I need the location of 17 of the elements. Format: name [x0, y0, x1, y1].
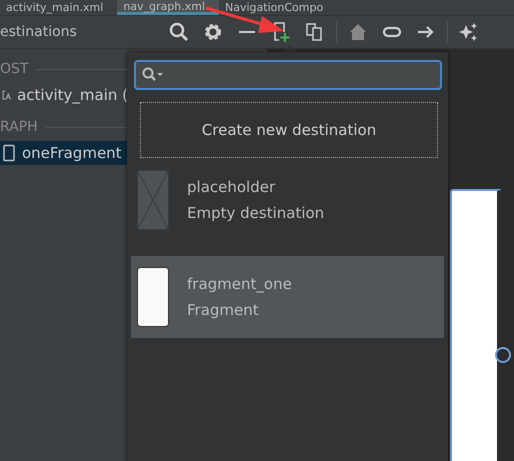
- search-field[interactable]: [134, 60, 442, 90]
- settings-icon[interactable]: [202, 21, 224, 43]
- destination-option[interactable]: fragment_one Fragment: [131, 256, 444, 338]
- fragment-icon: [2, 144, 16, 162]
- section-header: OST: [0, 61, 28, 77]
- placeholder-thumbnail-icon: [137, 170, 169, 230]
- section-header: RAPH: [0, 119, 38, 135]
- create-destination-button[interactable]: Create new destination: [140, 102, 438, 158]
- editor-tab[interactable]: nav_graph.xml: [117, 0, 220, 15]
- panel-title: estinations: [0, 24, 78, 40]
- fragment-thumbnail-icon: [137, 267, 169, 327]
- destination-option[interactable]: placeholder Empty destination: [131, 164, 444, 236]
- search-icon[interactable]: [168, 21, 190, 43]
- search-icon: [142, 67, 164, 83]
- destination-item[interactable]: oneFragment: [0, 141, 128, 165]
- destination-item[interactable]: activity_main (: [0, 83, 128, 107]
- connection-handle[interactable]: [495, 347, 511, 363]
